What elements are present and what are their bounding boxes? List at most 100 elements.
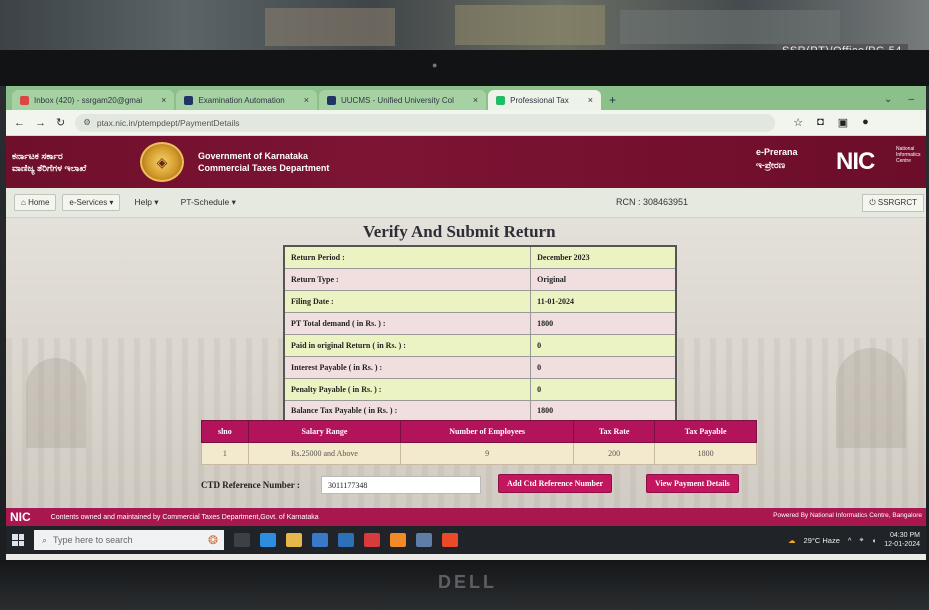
pt-schedule-menu[interactable]: PT-Schedule ▾ [173,197,244,208]
salary-column-header: Tax Payable [654,420,757,443]
close-icon[interactable]: × [473,95,478,105]
forward-icon[interactable]: → [35,117,46,129]
summary-label: Interest Payable ( in Rs. ) : [283,355,532,379]
user-button[interactable]: ⏻ SSRGRCT [862,194,924,212]
app-icon[interactable] [442,533,458,547]
eprerana-logo: e-Prerana ಇ-ಪ್ರೇರಣ [756,146,798,172]
kannada-line: ಕರ್ನಾಟಕ ಸರ್ಕಾರ [12,151,63,161]
summary-label: Balance Tax Payable ( in Rs. ) : [283,399,532,423]
summary-value: 1800 [530,399,677,423]
browser-tab-exam[interactable]: Examination Automation × [176,90,317,110]
app-icon[interactable] [416,533,432,547]
chrome-icon[interactable] [260,533,276,547]
summary-row: Return Period : December 2023 [283,245,677,269]
eservices-menu[interactable]: e-Services ▾ [62,194,121,211]
page-icon [184,95,194,105]
room-panel [620,10,840,44]
pt-schedule-label: PT-Schedule [180,197,230,207]
tab-label: Inbox (420) - ssrgam20@gmai [34,95,143,105]
help-menu[interactable]: Help ▾ [126,197,166,208]
file-explorer-icon[interactable] [286,533,302,547]
nic-logo: NIC [836,148,875,175]
summary-row: Interest Payable ( in Rs. ) :0 [283,355,677,379]
summary-row: Penalty Payable ( in Rs. ) :0 [283,377,677,401]
nic-subtitle: National Informatics Centre [896,146,921,164]
gov-title: Government of Karnataka Commercial Taxes… [198,150,329,174]
salary-column-header: Tax Rate [573,420,656,443]
firefox-icon[interactable] [390,533,406,547]
reload-icon[interactable]: ↻ [56,116,65,129]
bookmark-star-icon[interactable]: ☆ [793,116,803,129]
site-footer: NIC Contents owned and maintained by Com… [6,508,926,526]
user-label: SSRGRCT [877,198,917,207]
close-icon[interactable]: × [161,95,166,105]
dell-logo: DELL [438,572,497,592]
gmail-icon [20,95,29,105]
footer-nic-logo: NIC [10,510,31,524]
salary-cell: 1 [201,442,249,465]
volume-icon[interactable]: ◖ [872,536,877,545]
room-panel [455,5,605,45]
task-view-icon[interactable] [234,533,250,547]
back-icon[interactable]: ← [14,117,25,129]
search-placeholder: Type here to search [53,535,133,545]
kannada-line: ವಾಣಿಜ್ಯ ತೆರಿಗೆಗಳ ಇಲಾಖೆ [12,163,87,173]
mail-icon[interactable] [338,533,354,547]
browser-tab-ptax[interactable]: Professional Tax × [488,90,601,110]
profile-icon[interactable]: ● [862,116,869,129]
ctd-label: CTD Reference Number : [201,480,300,490]
home-button[interactable]: ⌂ Home [14,194,57,211]
eservices-label: e-Services [69,198,108,207]
windows-taskbar: ⌕ Type here to search ❂ ☁ 29°C Haze ^ ⌖ … [6,526,926,554]
karnataka-emblem-icon: ◈ [140,142,184,182]
search-icon: ⌕ [42,534,48,545]
tab-label: Professional Tax [510,95,569,105]
chevron-down-icon[interactable]: ⌄ [884,94,892,105]
network-icon[interactable]: ⌖ [859,535,863,545]
browser-tabbar: Inbox (420) - ssrgam20@gmai × Examinatio… [6,86,926,110]
salary-column-header: Salary Range [247,420,402,443]
salary-cell: 9 [400,442,575,465]
browser-tab-uucms[interactable]: UUCMS - Unified University Col × [318,90,487,110]
photo-frame: SSR(PT)/Office/PC-54 ● Inbox (420) - ssr… [0,0,929,610]
summary-value: December 2023 [530,245,677,269]
office-icon[interactable] [364,533,380,547]
weather-icon: ☁ [788,535,796,545]
site-info-icon[interactable]: ⚙ [83,117,91,128]
add-ctd-button[interactable]: Add Ctd Reference Number [498,474,613,493]
new-tab-icon[interactable]: + [609,93,616,110]
summary-value: Original [530,267,677,291]
ganesha-icon: ❂ [207,533,218,547]
ctd-reference-input[interactable] [321,476,481,494]
dept-line: Commercial Taxes Department [198,163,330,173]
view-payment-button[interactable]: View Payment Details [646,474,739,493]
summary-value: 11-01-2024 [530,289,677,313]
taskbar-search[interactable]: ⌕ Type here to search ❂ [34,530,224,550]
taskbar-clock[interactable]: 04:30 PM 12-01-2024 [884,531,920,549]
help-label: Help [134,197,152,207]
gov-line: Government of Karnataka [198,151,309,161]
close-icon[interactable]: × [304,95,309,105]
salary-table: slno Salary Range Number of Employees Tax R… [201,420,757,465]
main-content: Verify And Submit Return Return Period :… [6,218,926,508]
url-field[interactable]: ⚙ ptax.nic.in/ptempdept/PaymentDetails [75,113,776,132]
monitor-bezel-top [0,50,929,86]
weather-text[interactable]: 29°C Haze [804,536,840,545]
summary-label: Filing Date : [283,289,532,313]
close-icon[interactable]: × [588,95,593,105]
clock-time: 04:30 PM [890,532,920,539]
windows-start-icon[interactable] [12,534,24,546]
extensions-icon[interactable]: ◘ [817,116,824,129]
salary-column-header: slno [201,420,249,443]
minimize-icon[interactable]: – [908,94,914,105]
camera-icon: ● [432,60,438,70]
summary-row: Filing Date :11-01-2024 [283,289,677,313]
summary-row: Paid in original Return ( in Rs. ) :0 [283,333,677,357]
sidepanel-icon[interactable]: ▣ [838,116,848,129]
store-icon[interactable] [312,533,328,547]
tab-label: Examination Automation [198,95,285,105]
browser-actions: ☆ ◘ ▣ ● [793,116,869,129]
chevron-up-icon[interactable]: ^ [848,536,852,545]
ctd-row: CTD Reference Number : [201,476,481,494]
browser-tab-gmail[interactable]: Inbox (420) - ssrgam20@gmai × [12,90,175,110]
